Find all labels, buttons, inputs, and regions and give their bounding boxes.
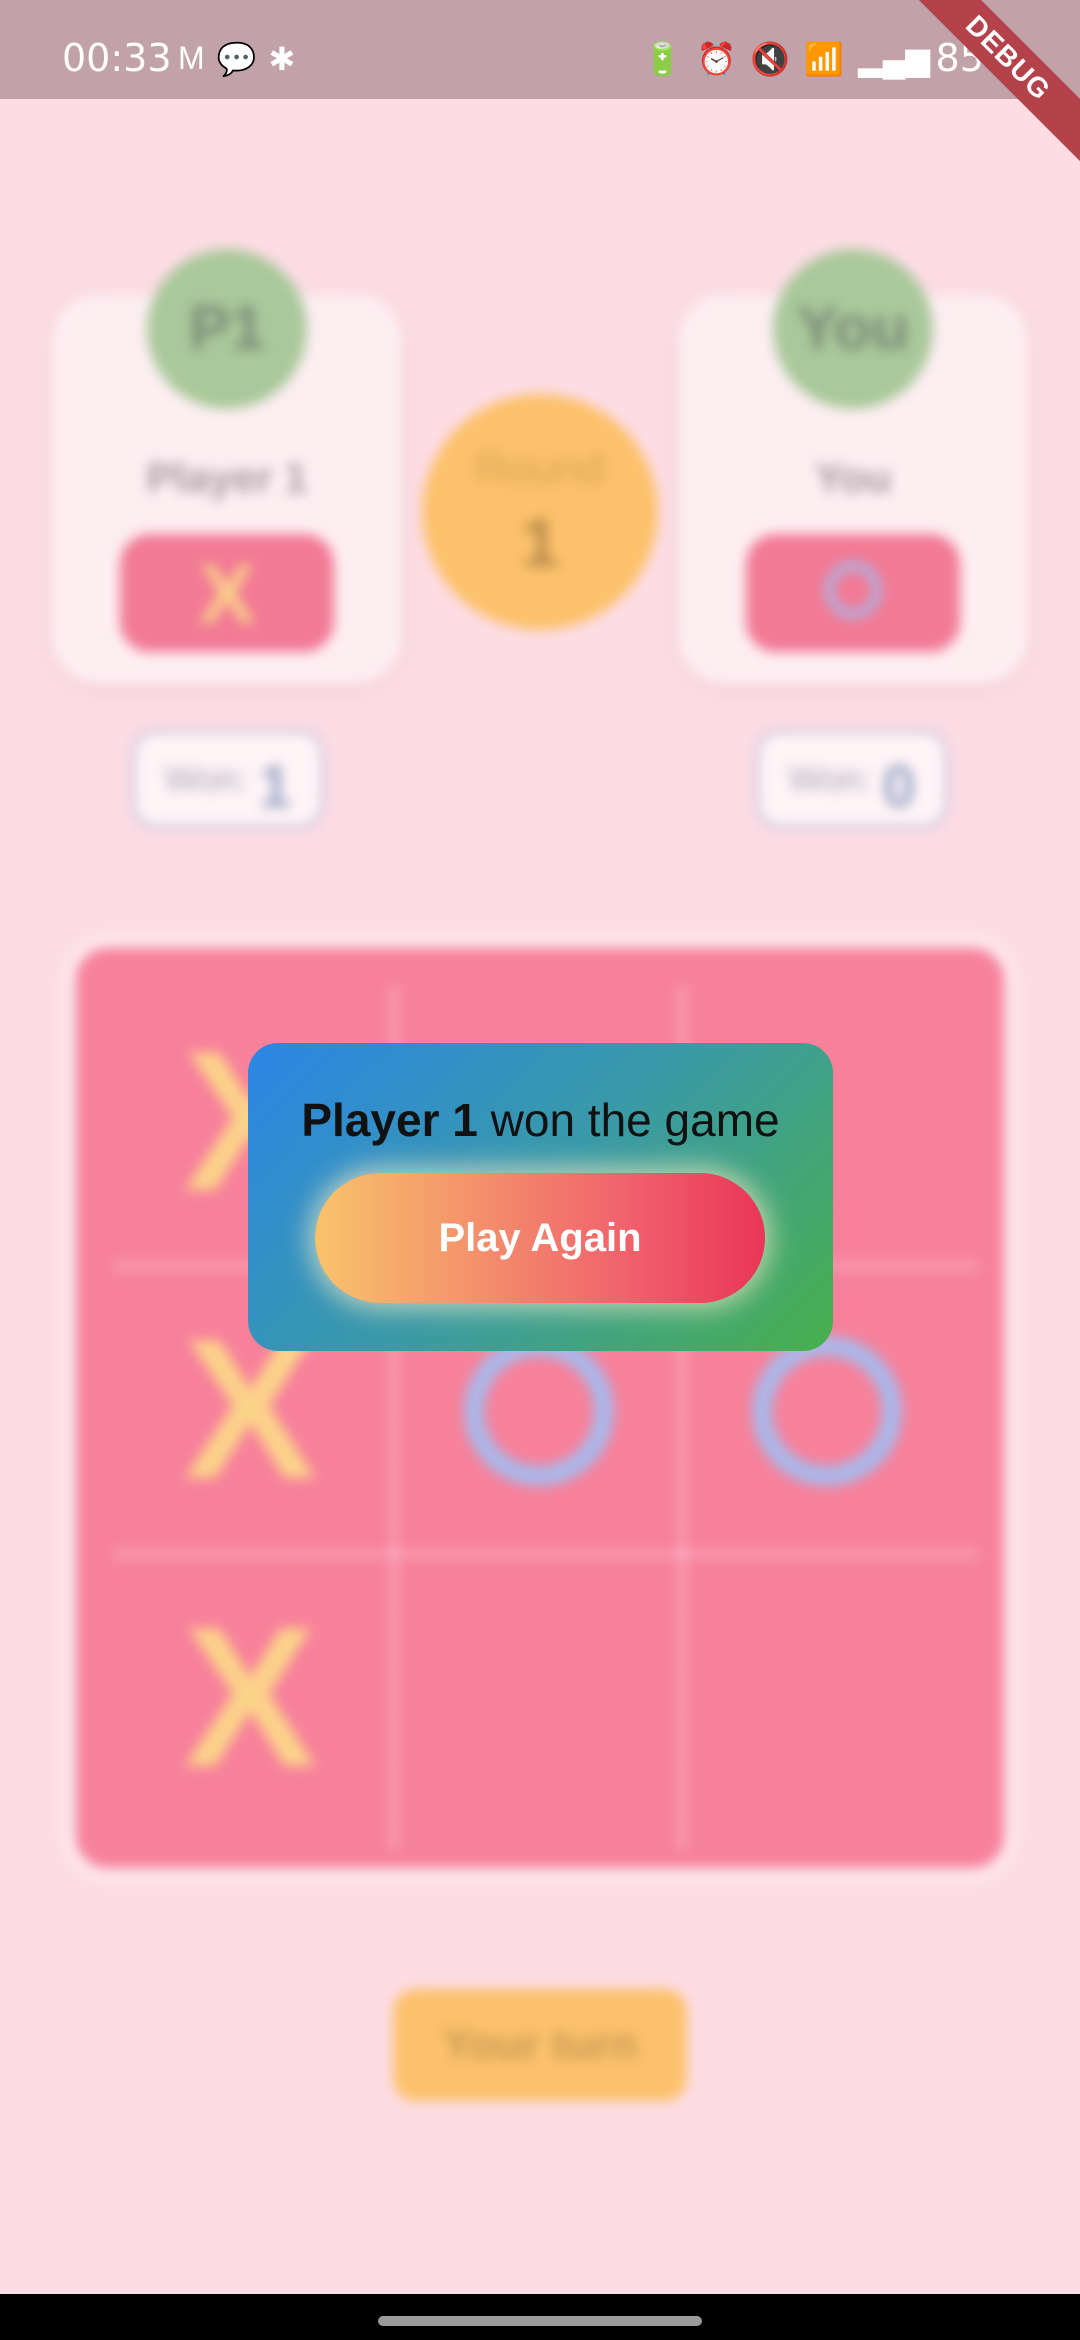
status-time: 00:33: [62, 36, 172, 80]
won-label: Won:: [788, 758, 872, 799]
round-indicator: Round 1: [422, 394, 658, 630]
alarm-icon: ⏰: [696, 41, 737, 77]
chat-icon: 💬: [216, 41, 257, 77]
player-card-player1: P1 Player 1 X: [52, 249, 402, 684]
dialog-message-suffix: won the game: [477, 1094, 780, 1146]
won-label: Won:: [164, 758, 248, 799]
home-gesture-handle[interactable]: [378, 2316, 702, 2326]
board-cell[interactable]: [682, 1554, 970, 1842]
status-bar: 00:33 M 💬 ✱ 🔋 ⏰ 🔇 📶 ▂▄▆ 85%: [0, 0, 1080, 99]
round-label: Round: [475, 444, 605, 493]
won-badge-player1: Won: 1: [131, 729, 325, 829]
mute-icon: 🔇: [750, 41, 791, 77]
gmail-icon: M: [178, 40, 205, 76]
o-mark-icon: [752, 1336, 902, 1486]
won-count: 0: [882, 752, 916, 820]
avatar: You: [773, 249, 933, 409]
wifi-icon: 📶: [804, 41, 845, 77]
player-card-you: You You: [678, 249, 1028, 684]
battery-saver-icon: 🔋: [642, 41, 683, 77]
navigation-bar: [0, 2294, 1080, 2340]
game-over-dialog: Player 1 won the game Play Again: [248, 1043, 833, 1351]
play-again-button[interactable]: Play Again: [315, 1173, 765, 1303]
notification-icons: M 💬 ✱: [178, 40, 295, 78]
player-name: You: [814, 454, 892, 501]
system-icons: 🔋 ⏰ 🔇 📶 ▂▄▆: [643, 40, 930, 78]
x-mark-icon: X: [198, 547, 256, 641]
won-count: 1: [258, 752, 292, 820]
signal-icon: ▂▄▆: [858, 41, 930, 77]
player-mark-chip: X: [120, 534, 334, 652]
round-number: 1: [521, 505, 559, 581]
board-cell[interactable]: [394, 1554, 682, 1842]
player-mark-chip: [746, 534, 960, 652]
avatar: P1: [147, 249, 307, 409]
player-name: Player 1: [146, 454, 308, 501]
slack-icon: ✱: [268, 41, 296, 77]
winner-name: Player 1: [301, 1094, 478, 1146]
o-mark-icon: [825, 562, 881, 618]
o-mark-icon: [464, 1336, 614, 1486]
dialog-message: Player 1 won the game: [248, 1093, 833, 1147]
board-cell[interactable]: X: [106, 1554, 394, 1842]
won-badge-you: Won: 0: [755, 729, 949, 829]
x-mark-icon: X: [183, 1586, 317, 1809]
turn-indicator: Your turn: [393, 1989, 687, 2101]
